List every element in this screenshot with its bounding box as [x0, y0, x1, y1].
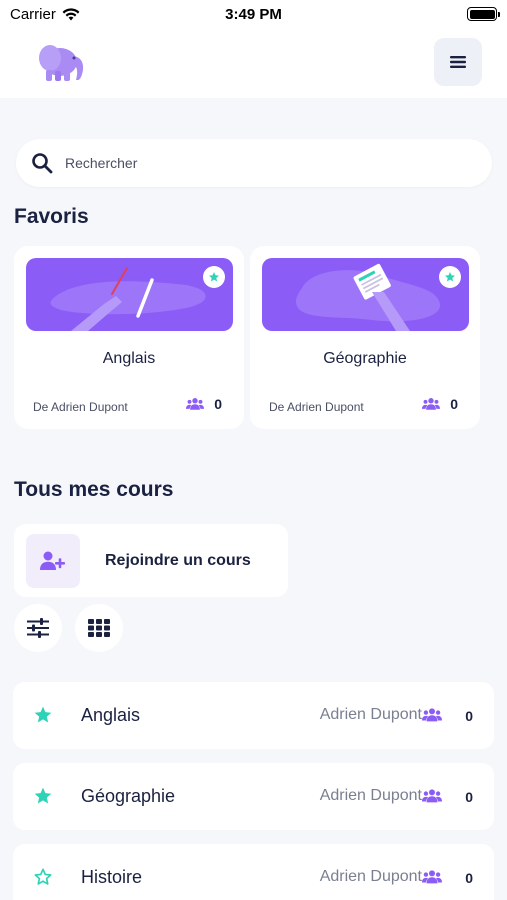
favorite-star-button[interactable]: [439, 266, 461, 288]
users-icon: [186, 398, 205, 410]
status-bar: Carrier 3:49 PM: [0, 0, 507, 30]
members-count: 0: [465, 870, 473, 886]
favorite-star-button[interactable]: [203, 266, 225, 288]
favorite-card-geographie[interactable]: Géographie De Adrien Dupont 0: [250, 246, 480, 429]
app-header: [0, 30, 507, 98]
members-count: 0: [450, 396, 458, 412]
star-filled-icon[interactable]: [33, 786, 53, 806]
course-row-geographie[interactable]: Géographie Adrien Dupont 0: [13, 763, 494, 830]
battery-icon: [467, 7, 500, 21]
star-filled-icon: [445, 272, 455, 282]
course-row-histoire[interactable]: Histoire Adrien Dupont 0: [13, 844, 494, 900]
favorite-card-author: De Adrien Dupont: [33, 400, 128, 414]
members-info: 0: [186, 396, 222, 412]
all-courses-heading: Tous mes cours: [14, 478, 174, 501]
members-count: 0: [214, 396, 222, 412]
grid-view-button[interactable]: [75, 604, 123, 652]
grid-icon: [88, 619, 110, 637]
course-name: Géographie: [81, 786, 176, 806]
favorite-card-title: Géographie: [323, 350, 407, 367]
favorite-card-author: De Adrien Dupont: [269, 400, 364, 414]
course-banner-image: [262, 258, 469, 331]
course-name: Anglais: [81, 705, 141, 725]
course-name: Histoire: [81, 867, 143, 887]
users-icon: [422, 789, 442, 803]
search-bar: [16, 139, 492, 187]
sliders-icon: [27, 618, 49, 638]
favorites-heading: Favoris: [14, 205, 89, 228]
status-time: 3:49 PM: [225, 6, 282, 23]
search-icon[interactable]: [31, 152, 53, 174]
users-icon: [422, 398, 441, 410]
star-filled-icon: [209, 272, 219, 282]
menu-button[interactable]: [434, 38, 482, 86]
join-course-label: Rejoindre un cours: [105, 552, 251, 569]
members-count: 0: [465, 789, 473, 805]
search-input[interactable]: [65, 155, 445, 171]
hamburger-icon: [450, 56, 466, 68]
star-filled-icon[interactable]: [33, 705, 53, 725]
course-author: Adrien Dupont: [319, 706, 422, 723]
join-course-button[interactable]: Rejoindre un cours: [14, 524, 288, 597]
favorite-card-anglais[interactable]: Anglais De Adrien Dupont 0: [14, 246, 244, 429]
users-icon: [422, 708, 442, 722]
star-outline-icon[interactable]: [33, 867, 53, 887]
members-count: 0: [465, 708, 473, 724]
course-author: Adrien Dupont: [319, 868, 422, 885]
course-row-anglais[interactable]: Anglais Adrien Dupont 0: [13, 682, 494, 749]
add-user-icon: [26, 534, 80, 588]
filter-button[interactable]: [14, 604, 62, 652]
users-icon: [422, 870, 442, 884]
members-info: 0: [422, 396, 458, 412]
elephant-logo-icon[interactable]: [36, 40, 88, 89]
course-author: Adrien Dupont: [319, 787, 422, 804]
favorite-card-title: Anglais: [102, 350, 156, 367]
course-banner-image: [26, 258, 233, 331]
